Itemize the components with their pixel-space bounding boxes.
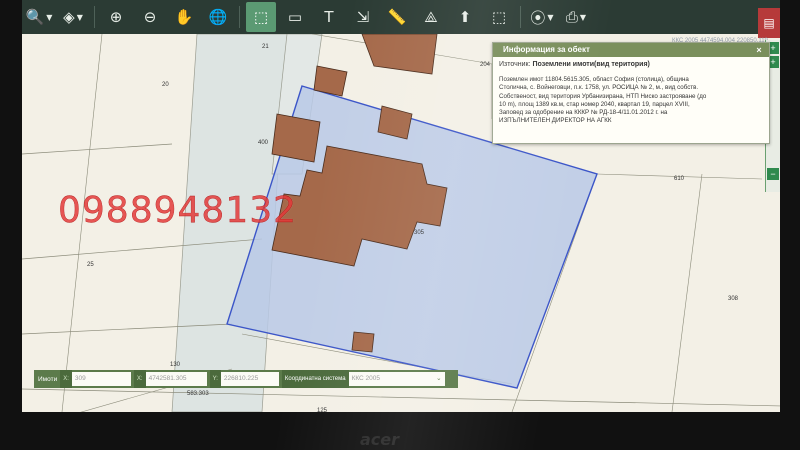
parcel-number-label: 20 (162, 82, 169, 88)
location-pin-icon: ⦿ (530, 8, 546, 27)
parcel-number-label: 125 (317, 408, 328, 412)
chevron-down-icon: ▼ (46, 12, 53, 22)
boundary-line (22, 143, 173, 155)
search-tool-button[interactable]: 🔍 ▼ (24, 2, 54, 32)
info-line: Столична, с. Войнеговци, п.к. 1758, ул. … (499, 84, 699, 92)
boundary-line (671, 173, 703, 412)
printer-icon: ⎙ (565, 8, 578, 26)
toolbar-separator (94, 6, 95, 28)
parcel-number-label: 305 (414, 230, 425, 236)
zoom-in-icon: ⊕ (109, 8, 123, 26)
layers-corner-icon: ▤ (763, 16, 775, 30)
measure-tool-button[interactable]: 📏 (382, 2, 412, 32)
chevron-down-icon: ▼ (76, 12, 83, 22)
chevron-down-icon: ▼ (547, 12, 554, 22)
upload-icon: ⬆ (458, 8, 472, 26)
phone-watermark: 0988948132 (58, 190, 298, 231)
zoom-in-tool-button[interactable]: ⊕ (101, 2, 131, 32)
bbox-icon: ⬚ (491, 8, 507, 26)
bbox-tool-button[interactable]: ⬚ (484, 2, 514, 32)
zoom-out-tool-button[interactable]: ⊖ (135, 2, 165, 32)
x-coordinate-field[interactable]: 4742581.305 (145, 372, 207, 386)
info-line: Заповед за одобрение на КККР № РД-18-4/1… (499, 109, 668, 117)
parcel-number-label: 204 (480, 62, 491, 68)
globe-tool-button[interactable]: 🌐 (203, 2, 233, 32)
x-tag: X: (60, 370, 72, 388)
print-tool-button[interactable]: ⎙ ▼ (561, 2, 591, 32)
screen: 🔍 ▼ ◈ ▼ ⊕ ⊖ ✋ 🌐 ⬚ ▭ T ⇲ 📏 ⟁ ⬆ ⬚ ⦿ ▼ ⎙ ▼ ▤ 21 20 204 400 25 (22, 0, 780, 412)
monitor-brand-logo: acer (360, 430, 400, 449)
search-icon: 🔍 (25, 8, 45, 26)
info-source-value: Поземлени имоти(вид територия) (532, 61, 650, 68)
coordinate-system-label: Координатна система (281, 370, 349, 388)
select-area-icon: ⬚ (253, 8, 269, 26)
parcel-number-label: 25 (87, 262, 94, 268)
dimension-icon: ⇲ (356, 8, 370, 26)
coordinate-system-value: ККС 2005 (351, 375, 381, 382)
coords-label: Имоти (38, 375, 58, 383)
building[interactable] (351, 331, 375, 353)
parcel-number-label: 308 (728, 296, 739, 302)
info-panel-header[interactable]: Информация за обект × (493, 43, 769, 57)
frame-icon: ▭ (287, 8, 303, 26)
building[interactable] (361, 34, 438, 75)
info-line: Собственост, вид територия Урбанизирана,… (499, 92, 707, 100)
dimension-tool-button[interactable]: ⇲ (348, 2, 378, 32)
layers-icon: ◈ (63, 8, 75, 26)
ruler-icon: 📏 (387, 8, 407, 26)
parcel-number-label: 21 (262, 44, 269, 50)
pan-tool-button[interactable]: ✋ (169, 2, 199, 32)
info-body: Поземлен имот 11804.5615.305, област Соф… (493, 68, 769, 126)
toolbar-separator (520, 6, 521, 28)
info-source-prefix: Източник: (499, 61, 531, 68)
parcel-number-label: 130 (170, 362, 181, 368)
parcel-number-label: 610 (674, 176, 685, 182)
chevron-down-icon: ⌄ (436, 375, 442, 382)
info-line: 10 m), площ 1389 кв.м, стар номер 2040, … (499, 100, 690, 108)
upload-tool-button[interactable]: ⬆ (450, 2, 480, 32)
info-panel[interactable]: Информация за обект × Източник: Поземлен… (492, 42, 770, 144)
x-tag: X: (133, 370, 146, 388)
boundary-line (22, 388, 780, 407)
info-source: Източник: Поземлени имоти(вид територия) (493, 57, 769, 68)
toolbar-separator (239, 6, 240, 28)
elevation-label: 583.303 (187, 391, 209, 397)
polygon-icon: ⟁ (424, 8, 438, 26)
location-tool-button[interactable]: ⦿ ▼ (527, 2, 557, 32)
parcel-field[interactable]: 309 (71, 372, 131, 386)
info-select-tool-button[interactable]: ⬚ (246, 2, 276, 32)
close-icon[interactable]: × (753, 43, 765, 55)
info-line: ИЗПЪЛНИТЕЛЕН ДИРЕКТОР НА АГКК (499, 117, 612, 125)
coordinate-system-select[interactable]: ККС 2005 ⌄ (348, 372, 445, 386)
layers-tool-button[interactable]: ◈ ▼ (58, 2, 88, 32)
area-tool-button[interactable]: ⟁ (416, 2, 446, 32)
zoom-out-icon: ⊖ (143, 8, 157, 26)
info-line: Поземлен имот 11804.5615.305, област Соф… (499, 76, 689, 83)
toolbar: 🔍 ▼ ◈ ▼ ⊕ ⊖ ✋ 🌐 ⬚ ▭ T ⇲ 📏 ⟁ ⬆ ⬚ ⦿ ▼ ⎙ ▼ (22, 0, 780, 34)
building[interactable] (271, 113, 321, 163)
info-panel-title: Информация за обект (503, 45, 590, 54)
globe-icon: 🌐 (208, 8, 228, 26)
frame-tool-button[interactable]: ▭ (280, 2, 310, 32)
text-icon: T (324, 8, 334, 26)
coordinates-bar: Имоти X: 309 X: 4742581.305 Y: 226810.22… (34, 370, 458, 388)
text-tool-button[interactable]: T (314, 2, 344, 32)
chevron-down-icon: ▼ (579, 12, 587, 22)
y-tag: Y: (209, 370, 221, 388)
collapse-button[interactable]: − (767, 168, 779, 180)
hand-icon: ✋ (174, 8, 194, 26)
parcel-number-label: 400 (258, 140, 269, 146)
y-coordinate-field[interactable]: 226810.225 (220, 372, 279, 386)
